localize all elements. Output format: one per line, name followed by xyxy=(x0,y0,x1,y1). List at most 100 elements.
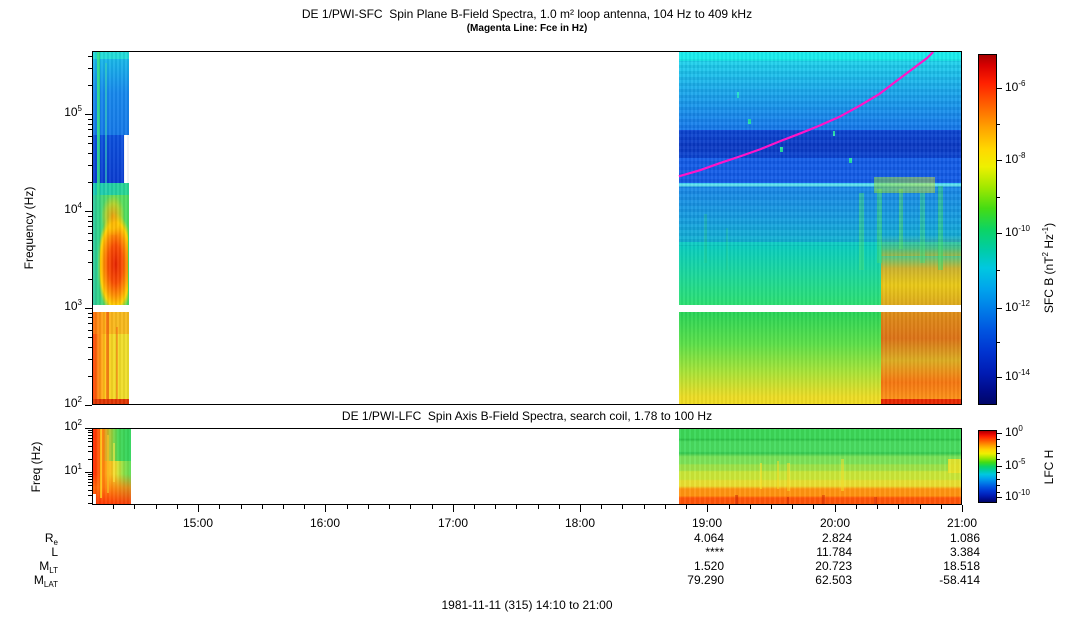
x-major-tick xyxy=(835,505,836,512)
y-minor-tick xyxy=(88,313,92,314)
x-minor-tick xyxy=(347,505,348,509)
chart-subtitle: (Magenta Line: Fce in Hz) xyxy=(466,23,588,34)
lfc-colorbar-minor-tick xyxy=(997,459,1000,460)
y-minor-tick xyxy=(88,136,92,137)
ephemeris-value: **** xyxy=(705,545,724,559)
x-minor-tick xyxy=(941,505,942,509)
x-minor-tick xyxy=(898,505,899,509)
y-minor-tick xyxy=(88,430,92,431)
y-minor-tick xyxy=(88,503,92,504)
x-major-tick xyxy=(198,505,199,512)
x-minor-tick xyxy=(686,505,687,509)
sfc-colorbar-minor-tick xyxy=(997,124,1000,125)
y-minor-tick xyxy=(88,432,92,433)
y-minor-tick xyxy=(88,482,92,483)
spectral-region xyxy=(678,429,961,504)
lfc-colorbar xyxy=(978,430,997,503)
fce-line-overlay xyxy=(678,52,934,178)
x-minor-tick xyxy=(241,505,242,509)
y-tick-label: 101 xyxy=(64,462,82,477)
lfc-colorbar-minor-tick xyxy=(997,492,1000,493)
ephemeris-value: 18.518 xyxy=(943,559,980,573)
x-tick-label: 20:00 xyxy=(819,516,851,530)
lfc-colorbar-minor-tick xyxy=(997,479,1000,480)
lfc-colorbar-minor-tick xyxy=(997,453,1000,454)
y-minor-tick xyxy=(88,56,92,57)
ephemeris-value: 20.723 xyxy=(815,559,852,573)
x-minor-tick xyxy=(601,505,602,509)
y-minor-tick xyxy=(88,330,92,331)
x-minor-tick xyxy=(432,505,433,509)
lfc-panel-title: DE 1/PWI-LFC Spin Axis B-Field Spectra, … xyxy=(341,409,713,423)
ephemeris-value: 11.784 xyxy=(816,545,852,559)
lfc-colorbar-tick-label: 100 xyxy=(1005,424,1023,439)
lfc-colorbar-major-tick xyxy=(997,497,1002,498)
y-minor-tick xyxy=(88,221,92,222)
x-minor-tick xyxy=(410,505,411,509)
page-title: DE 1/PWI-SFC Spin Plane B-Field Spectra,… xyxy=(301,7,753,21)
fce-line xyxy=(678,52,934,178)
y-minor-tick xyxy=(88,119,92,120)
ephemeris-row-label: L xyxy=(51,545,58,559)
sfc-colorbar xyxy=(978,54,997,405)
x-tick-label: 17:00 xyxy=(437,516,469,530)
x-minor-tick xyxy=(877,505,878,509)
sfc-colorbar-minor-tick xyxy=(997,197,1000,198)
spectrogram-figure: DE 1/PWI-SFC Spin Plane B-Field Spectra,… xyxy=(0,0,1083,620)
sfc-colorbar-tick-label: 10-8 xyxy=(1005,151,1026,166)
y-minor-tick xyxy=(88,446,92,447)
y-minor-tick xyxy=(88,376,92,377)
x-minor-tick xyxy=(622,505,623,509)
y-minor-tick xyxy=(88,337,92,338)
y-minor-tick xyxy=(88,240,92,241)
y-tick-label: 102 xyxy=(64,418,82,433)
lfc-colorbar-major-tick xyxy=(997,433,1002,434)
y-minor-tick xyxy=(88,495,92,496)
y-minor-tick xyxy=(88,153,92,154)
sfc-spectrogram-panel xyxy=(92,51,962,405)
sfc-colorbar-tick-label: 10-14 xyxy=(1005,368,1030,383)
y-minor-tick xyxy=(88,216,92,217)
date-range-footer: 1981-11-11 (315) 14:10 to 21:00 xyxy=(441,598,613,612)
lfc-colorbar-minor-tick xyxy=(997,439,1000,440)
x-tick-label: 18:00 xyxy=(564,516,596,530)
ephemeris-row-label: MLAT xyxy=(33,573,58,589)
x-minor-tick xyxy=(474,505,475,509)
ephemeris-value: 1.086 xyxy=(949,531,980,545)
spectral-region xyxy=(93,429,131,504)
x-minor-tick xyxy=(219,505,220,509)
y-minor-tick xyxy=(88,233,92,234)
x-tick-label: 15:00 xyxy=(182,516,214,530)
sfc-colorbar-major-tick xyxy=(997,233,1002,234)
y-minor-tick xyxy=(88,490,92,491)
y-minor-tick xyxy=(88,143,92,144)
y-tick-label: 104 xyxy=(64,201,82,216)
lfc-colorbar-minor-tick xyxy=(997,446,1000,447)
y-minor-tick xyxy=(88,479,92,480)
y-minor-tick xyxy=(88,250,92,251)
x-major-tick xyxy=(453,505,454,512)
ephemeris-value: 1.520 xyxy=(693,559,724,573)
x-minor-tick xyxy=(134,505,135,509)
ephemeris-value: -58.414 xyxy=(939,573,980,587)
x-minor-tick xyxy=(813,505,814,509)
x-minor-tick xyxy=(156,505,157,509)
y-minor-tick xyxy=(88,129,92,130)
y-minor-tick xyxy=(88,441,92,442)
x-minor-tick xyxy=(283,505,284,509)
sfc-colorbar-major-tick xyxy=(997,160,1002,161)
y-major-tick xyxy=(85,405,92,406)
x-tick-label: 19:00 xyxy=(691,516,723,530)
y-tick-label: 105 xyxy=(64,104,82,119)
y-minor-tick xyxy=(88,262,92,263)
y-minor-tick xyxy=(88,182,92,183)
x-minor-tick xyxy=(750,505,751,509)
x-major-tick xyxy=(962,505,963,512)
y-major-tick xyxy=(85,428,92,429)
lfc-spectrogram-data xyxy=(93,429,961,504)
y-minor-tick xyxy=(88,451,92,452)
y-minor-tick xyxy=(88,226,92,227)
bottom-y-axis-label: Freq (Hz) xyxy=(29,441,43,493)
x-minor-tick xyxy=(538,505,539,509)
lfc-colorbar-tick-label: 10-10 xyxy=(1005,488,1030,503)
